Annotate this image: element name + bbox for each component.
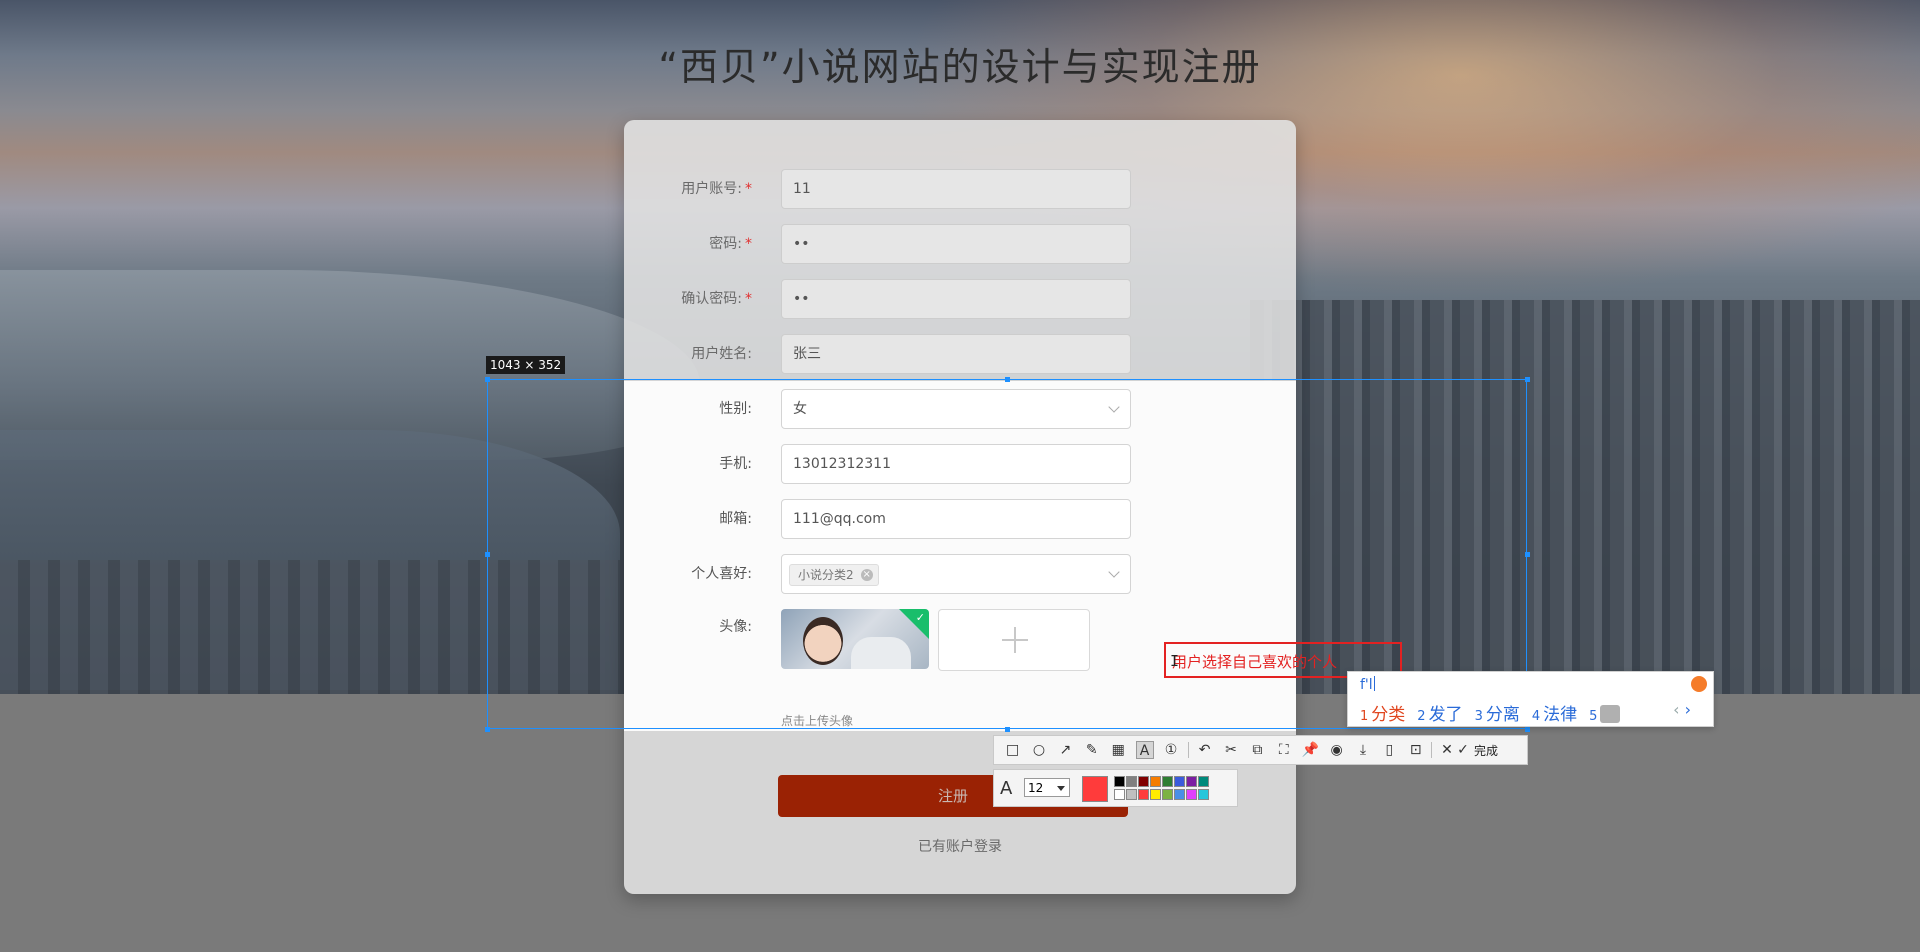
color-swatch[interactable] (1114, 776, 1125, 787)
text-annotation[interactable]: 用户选择自己喜欢的个人 (1172, 651, 1337, 672)
pen-icon[interactable]: ✎ (1083, 741, 1101, 759)
rectangle-icon[interactable]: □ (1004, 741, 1022, 759)
confirm-password-label: 确认密码: * (681, 291, 752, 307)
text-cursor-icon: I (1170, 652, 1180, 670)
ime-composition: f'l (1360, 676, 1375, 693)
required-mark: * (745, 181, 752, 197)
resize-handle[interactable] (1525, 727, 1530, 732)
resize-handle[interactable] (485, 552, 490, 557)
text-icon[interactable]: A (1135, 741, 1154, 759)
username-row: 用户账号: * 11 (624, 169, 1144, 209)
ime-candidate[interactable]: 4 法律 (1532, 700, 1577, 725)
ime-candidate-emoji[interactable]: 5 (1589, 705, 1621, 725)
color-swatch[interactable] (1162, 776, 1173, 787)
resize-handle[interactable] (1525, 377, 1530, 382)
bookmark-icon[interactable]: ⊡ (1407, 741, 1425, 759)
check-icon: ✓ (1457, 742, 1469, 758)
ocr-icon[interactable]: ⧉ (1248, 741, 1266, 759)
text-options-bar: A 12 (993, 769, 1238, 807)
color-swatch[interactable] (1150, 776, 1161, 787)
mosaic-icon[interactable]: ▦ (1109, 741, 1127, 759)
password-label: 密码: * (709, 236, 752, 252)
done-button[interactable]: 完成 (1474, 742, 1498, 759)
username-label: 用户账号: * (681, 181, 752, 197)
color-swatch[interactable] (1186, 776, 1197, 787)
toolbar-separator (1430, 742, 1432, 758)
arrow-icon[interactable]: ↗ (1056, 741, 1074, 759)
color-swatch[interactable] (1126, 776, 1137, 787)
ime-candidate[interactable]: 1 分类 (1360, 700, 1405, 725)
ime-logo-icon[interactable] (1691, 676, 1707, 692)
username-input[interactable]: 11 (781, 169, 1131, 209)
number-icon[interactable]: ① (1162, 741, 1180, 759)
color-swatch[interactable] (1162, 789, 1173, 800)
color-swatch[interactable] (1198, 776, 1209, 787)
color-swatch[interactable] (1198, 789, 1209, 800)
login-link[interactable]: 已有账户登录 (624, 836, 1296, 856)
real-name-label: 用户姓名: (691, 346, 752, 362)
pin-icon[interactable]: 📌 (1301, 741, 1319, 759)
long-screenshot-icon[interactable]: ▯ (1380, 741, 1398, 759)
password-input[interactable]: •• (781, 224, 1131, 264)
ime-page-nav: ‹ › (1673, 700, 1691, 719)
prev-page-icon[interactable]: ‹ (1673, 700, 1679, 719)
resize-handle[interactable] (485, 727, 490, 732)
confirm-password-row: 确认密码: * •• (624, 279, 1144, 319)
color-swatch[interactable] (1138, 789, 1149, 800)
color-swatch[interactable] (1114, 789, 1125, 800)
ime-candidate[interactable]: 2 发了 (1417, 700, 1462, 725)
confirm-password-input[interactable]: •• (781, 279, 1131, 319)
ellipse-icon[interactable]: ○ (1030, 741, 1048, 759)
ime-candidate-window: f'l 1 分类 2 发了 3 分离 4 法律 5 ‹ › (1347, 671, 1714, 727)
current-color-swatch[interactable] (1082, 776, 1108, 802)
scroll-capture-icon[interactable]: ⛶ (1275, 741, 1293, 759)
next-page-icon[interactable]: › (1685, 700, 1691, 719)
real-name-input[interactable]: 张三 (781, 334, 1131, 374)
resize-handle[interactable] (1005, 377, 1010, 382)
required-mark: * (745, 291, 752, 307)
font-size-select[interactable]: 12 (1024, 778, 1070, 797)
download-icon[interactable]: ⤓ (1354, 741, 1372, 759)
record-icon[interactable]: ◉ (1328, 741, 1346, 759)
color-swatch[interactable] (1150, 789, 1161, 800)
password-row: 密码: * •• (624, 224, 1144, 264)
resize-handle[interactable] (1525, 552, 1530, 557)
toolbar-separator (1188, 742, 1190, 758)
dropdown-arrow-icon (1057, 786, 1065, 791)
real-name-row: 用户姓名: 张三 (624, 334, 1144, 374)
ime-candidates: 1 分类 2 发了 3 分离 4 法律 5 (1360, 700, 1632, 725)
emoji-icon (1600, 705, 1621, 723)
resize-handle[interactable] (1005, 727, 1010, 732)
font-icon: A (1000, 778, 1013, 799)
screenshot-toolbar: 完成 □ ○ ↗ ✎ ▦ A ① ↶ ✂ ⧉ ⛶ 📌 ◉ ⤓ ▯ ⊡ ✕ ✓ (993, 735, 1528, 765)
selection-size-label: 1043 × 352 (486, 356, 566, 374)
required-mark: * (745, 236, 752, 252)
color-swatch[interactable] (1186, 789, 1197, 800)
resize-handle[interactable] (485, 377, 490, 382)
cut-icon[interactable]: ✂ (1222, 741, 1240, 759)
color-swatch[interactable] (1126, 789, 1137, 800)
undo-icon[interactable]: ↶ (1196, 741, 1214, 759)
color-swatch[interactable] (1174, 789, 1185, 800)
page-title: “西贝”小说网站的设计与实现注册 (658, 45, 1262, 89)
color-swatch[interactable] (1138, 776, 1149, 787)
ime-candidate[interactable]: 3 分离 (1475, 700, 1520, 725)
color-swatch[interactable] (1174, 776, 1185, 787)
